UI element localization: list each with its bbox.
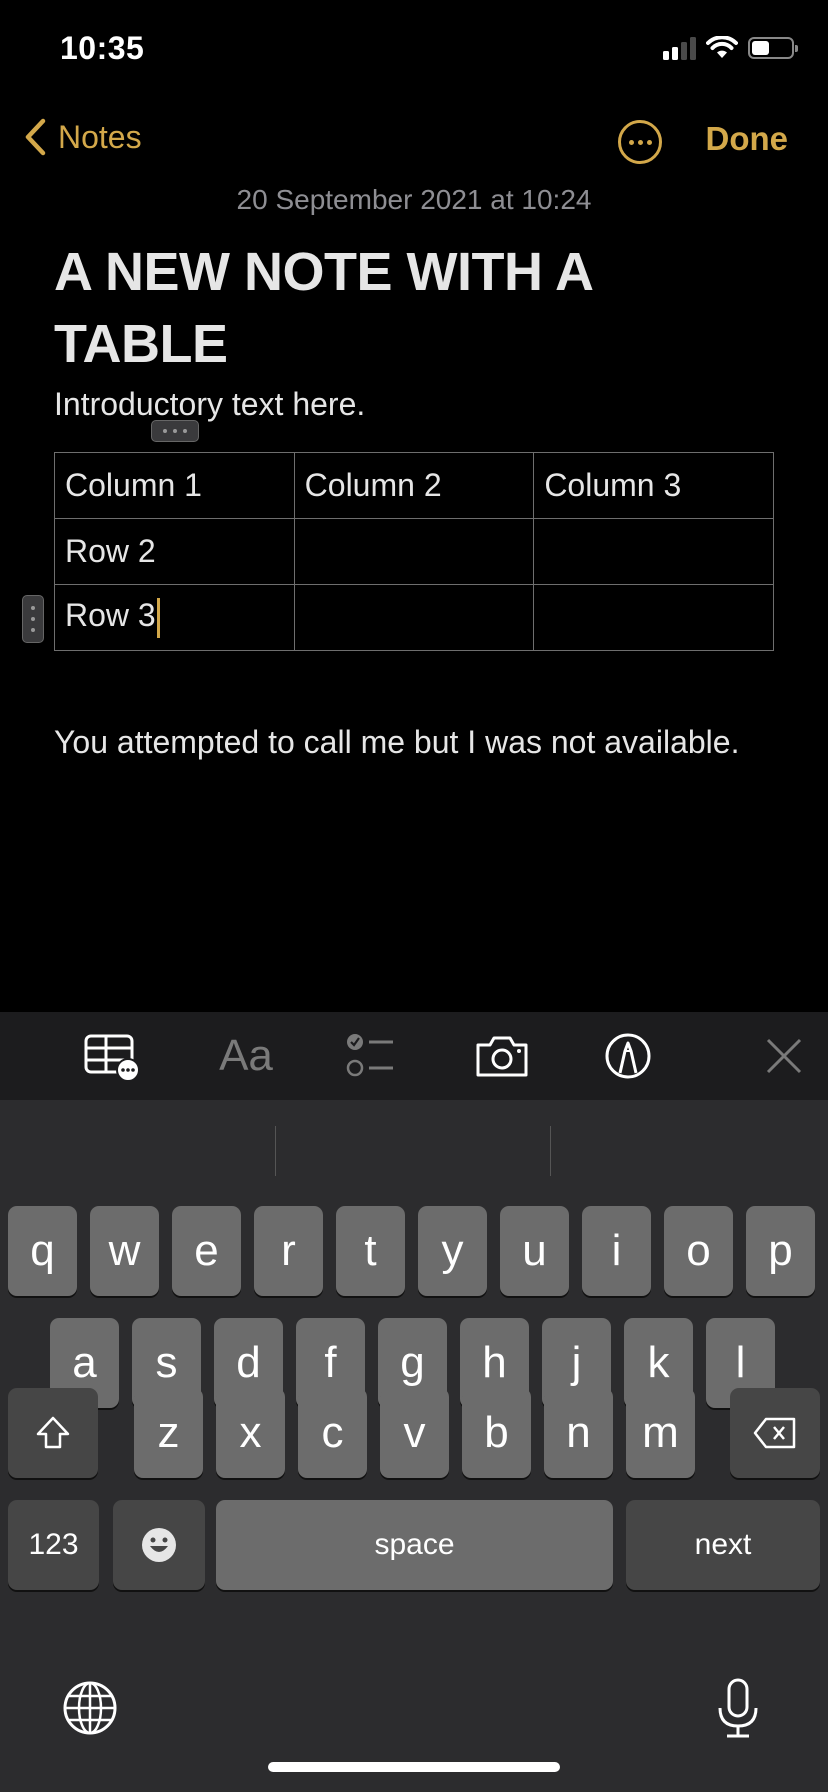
key-v[interactable]: v xyxy=(380,1388,449,1478)
prediction-divider xyxy=(275,1126,276,1176)
key-b[interactable]: b xyxy=(462,1388,531,1478)
back-label: Notes xyxy=(58,118,142,155)
key-n[interactable]: n xyxy=(544,1388,613,1478)
key-o[interactable]: o xyxy=(664,1206,733,1296)
active-cell-text: Row 3 xyxy=(65,597,156,634)
note-date: 20 September 2021 at 10:24 xyxy=(236,184,592,215)
ellipsis-circle-icon xyxy=(628,139,634,145)
cellular-signal-icon xyxy=(663,36,696,60)
note-body-text[interactable]: You attempted to call me but I was not a… xyxy=(54,718,754,766)
more-options-button[interactable] xyxy=(618,120,662,164)
chevron-left-icon xyxy=(25,118,46,156)
microphone-icon xyxy=(718,1678,758,1738)
home-indicator[interactable] xyxy=(268,1762,560,1772)
emoji-icon xyxy=(142,1528,176,1562)
back-button[interactable]: Notes xyxy=(24,118,142,156)
table-row: Row 3 xyxy=(54,584,774,651)
shift-icon xyxy=(36,1416,70,1449)
dictation-button[interactable] xyxy=(714,1678,762,1745)
text-caret xyxy=(156,597,160,638)
table-cell[interactable] xyxy=(533,584,774,651)
checklist-button[interactable] xyxy=(342,1028,402,1084)
key-t[interactable]: t xyxy=(336,1206,405,1296)
delete-key[interactable] xyxy=(730,1388,820,1478)
camera-button[interactable] xyxy=(472,1028,532,1084)
wifi-icon xyxy=(706,36,738,58)
shift-key[interactable] xyxy=(8,1388,98,1478)
prediction-divider xyxy=(550,1126,551,1176)
column-handle[interactable] xyxy=(151,420,199,442)
status-bar: 10:35 xyxy=(0,0,828,100)
nav-bar: Notes Done xyxy=(0,110,828,170)
delete-icon xyxy=(753,1417,796,1449)
note-intro-text[interactable]: Introductory text here. xyxy=(54,386,365,423)
key-u[interactable]: u xyxy=(500,1206,569,1296)
globe-button[interactable] xyxy=(62,1680,118,1741)
table-cell[interactable]: Row 2 xyxy=(54,518,295,585)
note-table: Column 1 Column 2 Column 3 Row 2 Row 3 xyxy=(54,452,774,651)
table-cell[interactable]: Column 1 xyxy=(54,452,295,519)
key-z[interactable]: z xyxy=(134,1388,203,1478)
close-icon xyxy=(766,1038,802,1074)
emoji-key[interactable] xyxy=(113,1500,205,1590)
key-i[interactable]: i xyxy=(582,1206,651,1296)
numbers-key[interactable]: 123 xyxy=(8,1500,99,1590)
table-row: Column 1 Column 2 Column 3 xyxy=(54,452,774,519)
markup-pen-icon xyxy=(605,1033,651,1079)
table-ellipsis-icon xyxy=(84,1034,140,1080)
key-e[interactable]: e xyxy=(172,1206,241,1296)
row-handle[interactable] xyxy=(22,595,44,643)
table-cell[interactable]: Column 2 xyxy=(293,452,535,519)
battery-icon xyxy=(748,37,798,59)
battery-level xyxy=(752,41,770,55)
note-title[interactable]: A NEW NOTE WITH A TABLE xyxy=(54,236,774,380)
checklist-icon xyxy=(346,1034,393,1077)
space-key[interactable]: space xyxy=(216,1500,613,1590)
format-toolbar: Aa xyxy=(0,1012,828,1100)
key-q[interactable]: q xyxy=(8,1206,77,1296)
table-cell[interactable] xyxy=(293,518,535,585)
key-c[interactable]: c xyxy=(298,1388,367,1478)
key-r[interactable]: r xyxy=(254,1206,323,1296)
globe-icon xyxy=(63,1681,117,1735)
key-y[interactable]: y xyxy=(418,1206,487,1296)
table-options-button[interactable] xyxy=(82,1028,142,1084)
key-w[interactable]: w xyxy=(90,1206,159,1296)
markup-button[interactable] xyxy=(598,1028,658,1084)
table-cell-active[interactable]: Row 3 xyxy=(54,584,295,651)
status-icons xyxy=(663,36,798,60)
close-toolbar-button[interactable] xyxy=(754,1028,814,1084)
key-m[interactable]: m xyxy=(626,1388,695,1478)
table-cell[interactable] xyxy=(533,518,774,585)
key-p[interactable]: p xyxy=(746,1206,815,1296)
table-cell[interactable]: Column 3 xyxy=(533,452,774,519)
text-format-button[interactable]: Aa xyxy=(216,1028,276,1084)
next-key[interactable]: next xyxy=(626,1500,820,1590)
done-button[interactable]: Done xyxy=(706,120,789,158)
key-x[interactable]: x xyxy=(216,1388,285,1478)
table-cell[interactable] xyxy=(293,584,535,651)
table-row: Row 2 xyxy=(54,518,774,585)
status-time: 10:35 xyxy=(60,30,145,66)
camera-icon xyxy=(476,1036,528,1077)
keyboard: qwertyuiopasdfghjklzxcvbnm 123 space nex… xyxy=(0,1100,828,1792)
